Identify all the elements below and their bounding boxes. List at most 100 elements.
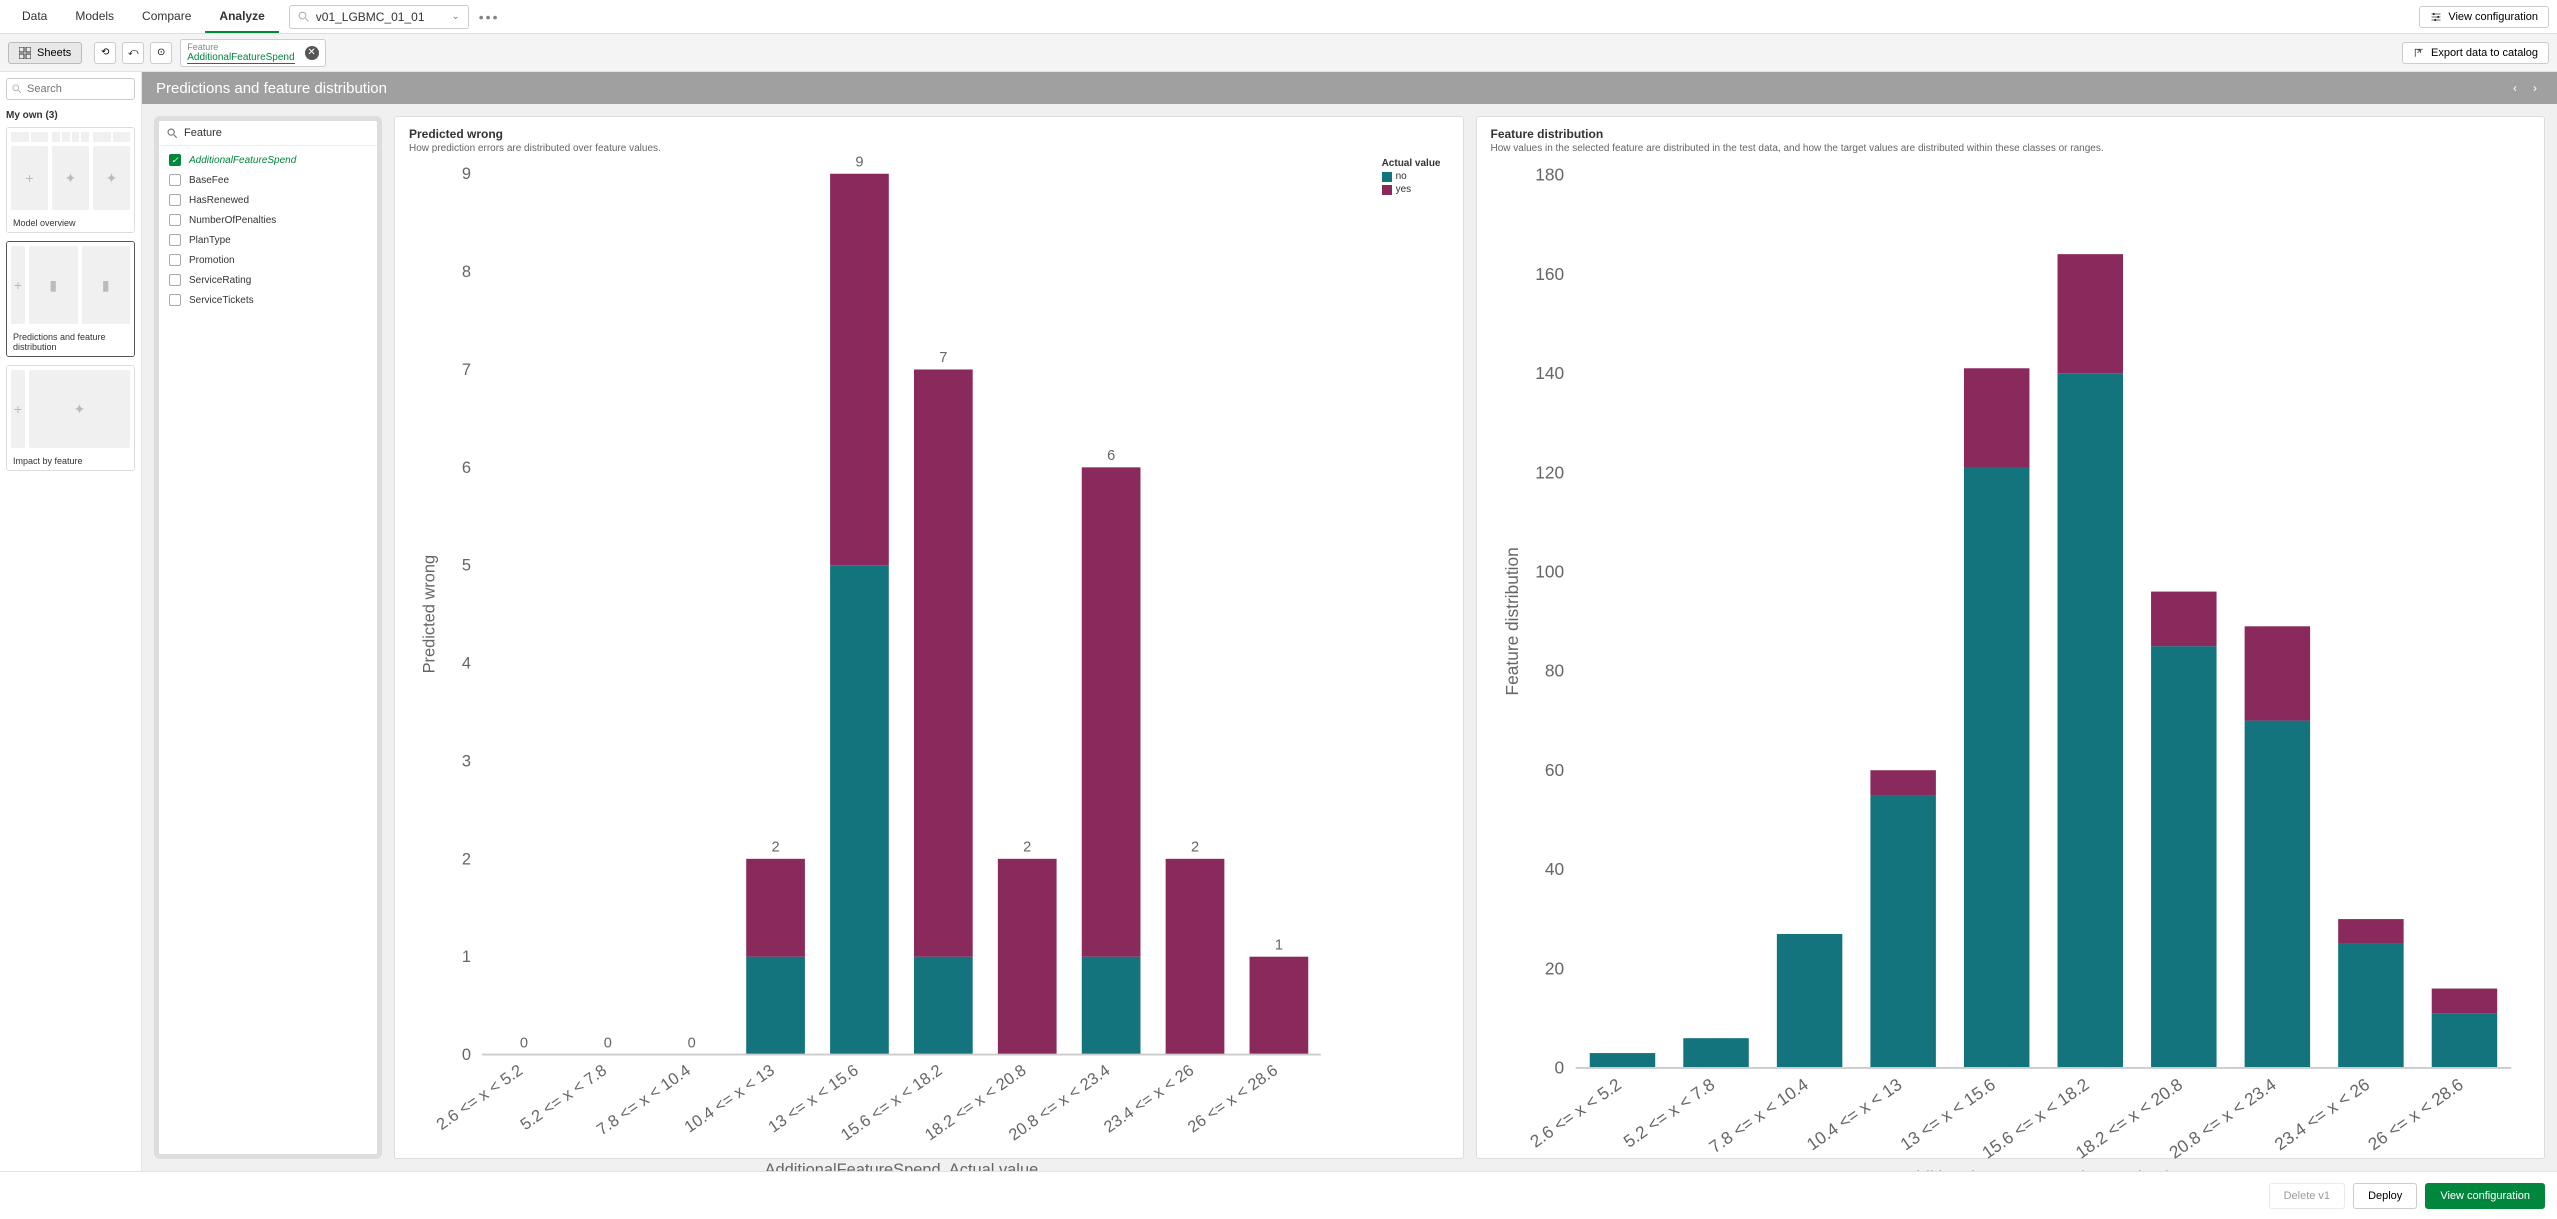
svg-text:23.4 <= x < 26: 23.4 <= x < 26 (1101, 1061, 1198, 1136)
feature-filter-chip[interactable]: Feature AdditionalFeatureSpend ✕ (180, 39, 325, 67)
legend-title: Actual value (1382, 158, 1441, 169)
more-menu-button[interactable]: ••• (479, 9, 500, 25)
step-back-button[interactable]: ⤺ (122, 42, 144, 64)
clear-selections-button[interactable]: ⟲ (94, 42, 116, 64)
top-tabs: DataModelsCompareAnalyze (8, 1, 279, 33)
deploy-button[interactable]: Deploy (2353, 1183, 2417, 1209)
svg-text:Feature distribution: Feature distribution (1501, 547, 1521, 695)
main-wrap: My own (3) +✦✦Model overview+▮▮Predictio… (0, 72, 2557, 1171)
svg-text:23.4 <= x < 26: 23.4 <= x < 26 (2270, 1074, 2373, 1154)
sheet-card[interactable]: +✦✦Model overview (6, 127, 135, 233)
svg-text:7: 7 (462, 361, 471, 379)
export-label: Export data to catalog (2431, 47, 2538, 59)
svg-text:20: 20 (1544, 958, 1563, 978)
checkbox[interactable] (169, 154, 181, 166)
chart1-legend: Actual value no yes (1382, 158, 1441, 197)
close-icon[interactable]: ✕ (305, 46, 319, 60)
feature-item[interactable]: NumberOfPenalties (159, 210, 377, 230)
smart-search-button[interactable]: ⊙ (150, 42, 172, 64)
tab-analyze[interactable]: Analyze (205, 1, 278, 33)
checkbox[interactable] (169, 194, 181, 206)
svg-text:0: 0 (520, 1035, 528, 1051)
svg-text:180: 180 (1535, 165, 1564, 185)
svg-text:6: 6 (462, 459, 471, 477)
checkbox[interactable] (169, 254, 181, 266)
chart1-body[interactable]: Actual value no yes 0123456789Predicted … (409, 154, 1449, 1171)
svg-text:80: 80 (1544, 661, 1563, 681)
svg-text:0: 0 (462, 1046, 471, 1064)
svg-text:7.8 <= x < 10.4: 7.8 <= x < 10.4 (1705, 1074, 1812, 1157)
svg-text:0: 0 (688, 1035, 696, 1051)
page-title: Predictions and feature distribution (156, 80, 387, 97)
chart1-title: Predicted wrong (409, 127, 1449, 141)
feature-label: ServiceRating (189, 275, 251, 286)
next-sheet-button[interactable]: › (2527, 79, 2543, 97)
chart1-svg: 0123456789Predicted wrong02.6 <= x < 5.2… (409, 154, 1449, 1171)
chevron-down-icon: ⌄ (451, 11, 459, 22)
view-config-label: View configuration (2448, 11, 2538, 23)
feature-list: AdditionalFeatureSpendBaseFeeHasRenewed N… (159, 146, 377, 314)
checkbox[interactable] (169, 174, 181, 186)
export-data-button[interactable]: Export data to catalog (2402, 42, 2549, 64)
top-bar: DataModelsCompareAnalyze v01_LGBMC_01_01… (0, 0, 2557, 34)
sidebar-search[interactable] (6, 78, 135, 100)
view-configuration-button-bottom[interactable]: View configuration (2425, 1183, 2545, 1209)
tab-compare[interactable]: Compare (128, 1, 205, 33)
feature-item[interactable]: PlanType (159, 230, 377, 250)
svg-text:AdditionalFeatureSpend, Actual: AdditionalFeatureSpend, Actual value (1899, 1167, 2188, 1171)
checkbox[interactable] (169, 234, 181, 246)
search-input[interactable] (27, 83, 114, 95)
grid-icon (19, 47, 31, 59)
model-name: v01_LGBMC_01_01 (316, 10, 425, 24)
svg-text:2.6 <= x < 5.2: 2.6 <= x < 5.2 (433, 1061, 526, 1134)
chart2-subtitle: How values in the selected feature are d… (1491, 143, 2531, 154)
svg-text:0: 0 (1554, 1058, 1564, 1078)
svg-text:2.6 <= x < 5.2: 2.6 <= x < 5.2 (1526, 1074, 1625, 1151)
svg-text:2: 2 (1191, 840, 1199, 856)
svg-text:9: 9 (462, 165, 471, 183)
chip-value: AdditionalFeatureSpend (187, 52, 294, 64)
feature-panel: Feature AdditionalFeatureSpendBaseFeeHas… (154, 116, 382, 1159)
svg-text:40: 40 (1544, 859, 1563, 879)
svg-text:4: 4 (462, 655, 471, 673)
sheet-card[interactable]: +▮▮Predictions and feature distribution (6, 241, 135, 357)
svg-text:10.4 <= x < 13: 10.4 <= x < 13 (1802, 1074, 1905, 1154)
search-icon (298, 11, 310, 23)
svg-text:3: 3 (462, 752, 471, 770)
tab-data[interactable]: Data (8, 1, 61, 33)
svg-text:26 <= x < 28.6: 26 <= x < 28.6 (2364, 1074, 2467, 1154)
svg-text:8: 8 (462, 263, 471, 281)
feature-item[interactable]: HasRenewed (159, 190, 377, 210)
sheet-header: Predictions and feature distribution ‹ › (142, 72, 2557, 104)
svg-text:2: 2 (1023, 840, 1031, 856)
svg-text:9: 9 (855, 154, 863, 170)
chart2-body[interactable]: 020406080100120140160180Feature distribu… (1491, 154, 2531, 1171)
svg-text:60: 60 (1544, 760, 1563, 780)
feature-panel-header[interactable]: Feature (159, 121, 377, 146)
chart1-subtitle: How prediction errors are distributed ov… (409, 143, 1449, 154)
feature-item[interactable]: BaseFee (159, 170, 377, 190)
view-configuration-button[interactable]: View configuration (2419, 6, 2549, 28)
sheets-button[interactable]: Sheets (8, 42, 82, 64)
feature-item[interactable]: ServiceRating (159, 270, 377, 290)
checkbox[interactable] (169, 214, 181, 226)
export-icon (2413, 47, 2425, 59)
feature-label: ServiceTickets (189, 295, 254, 306)
checkbox[interactable] (169, 294, 181, 306)
feature-item[interactable]: ServiceTickets (159, 290, 377, 310)
content-area: Predictions and feature distribution ‹ ›… (142, 72, 2557, 1171)
checkbox[interactable] (169, 274, 181, 286)
svg-text:160: 160 (1535, 264, 1564, 284)
model-selector[interactable]: v01_LGBMC_01_01 ⌄ (289, 5, 469, 29)
bottom-bar: Delete v1 Deploy View configuration (0, 1171, 2557, 1219)
sidebar: My own (3) +✦✦Model overview+▮▮Predictio… (0, 72, 142, 1171)
tab-models[interactable]: Models (61, 1, 128, 33)
sheet-card[interactable]: +✦Impact by feature (6, 365, 135, 471)
feature-item[interactable]: AdditionalFeatureSpend (159, 150, 377, 170)
chart2-title: Feature distribution (1491, 127, 2531, 141)
feature-item[interactable]: Promotion (159, 250, 377, 270)
svg-text:2: 2 (462, 850, 471, 868)
prev-sheet-button[interactable]: ‹ (2507, 79, 2523, 97)
svg-text:10.4 <= x < 13: 10.4 <= x < 13 (681, 1061, 778, 1136)
feature-label: NumberOfPenalties (189, 215, 276, 226)
